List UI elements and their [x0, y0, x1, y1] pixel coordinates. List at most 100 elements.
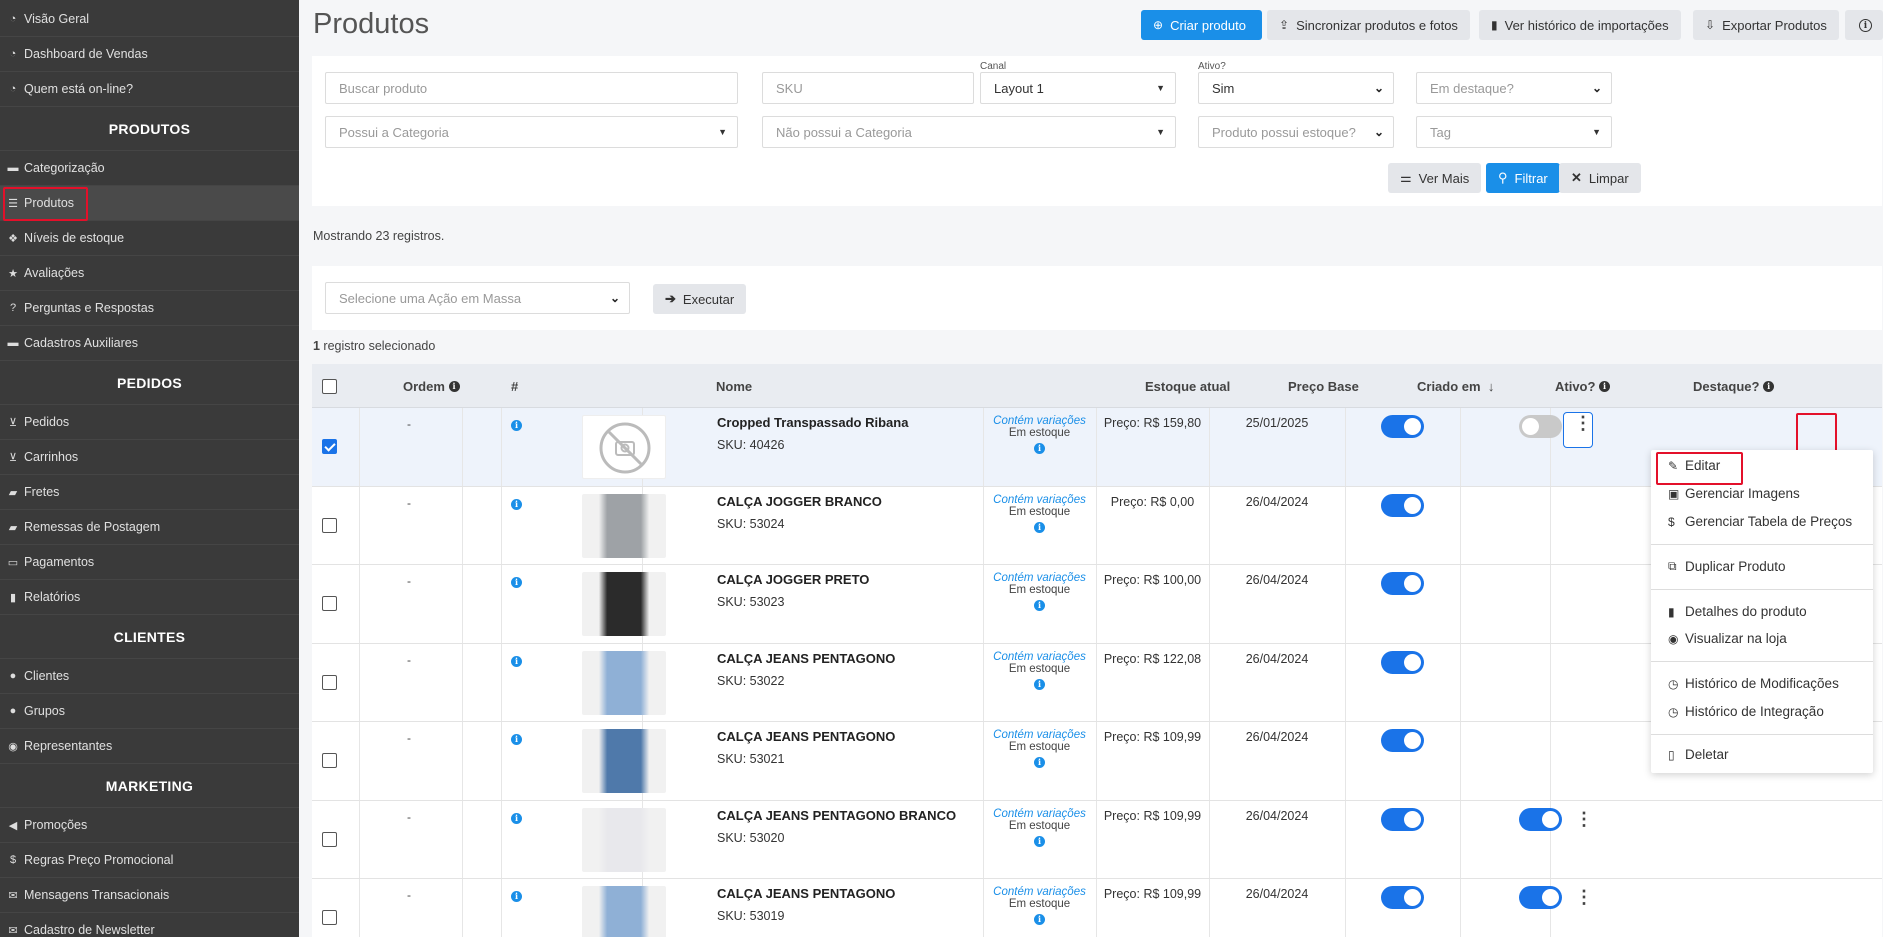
sidebar-item-produtos[interactable]: ☰ Produtos: [0, 186, 299, 221]
row-info-icon[interactable]: i: [511, 573, 522, 588]
row-actions-button[interactable]: ⋮: [1563, 412, 1593, 448]
sidebar-item-avaliacoes[interactable]: ★ Avaliações: [0, 256, 299, 291]
row-info-icon[interactable]: i: [511, 495, 522, 510]
sidebar-item-perguntas[interactable]: ? Perguntas e Respostas: [0, 291, 299, 326]
sidebar-item-representantes[interactable]: ◉ Representantes: [0, 729, 299, 764]
sidebar-item-regras-preco[interactable]: $ Regras Preço Promocional: [0, 843, 299, 878]
see-more-button[interactable]: ⚌ Ver Mais: [1388, 163, 1482, 193]
product-name[interactable]: CALÇA JEANS PENTAGONO: [717, 729, 895, 744]
product-name[interactable]: Cropped Transpassado Ribana: [717, 415, 908, 430]
info-icon[interactable]: i: [1034, 835, 1045, 847]
info-icon[interactable]: i: [1034, 521, 1045, 533]
select-all-checkbox[interactable]: [322, 379, 337, 394]
active-toggle[interactable]: [1381, 729, 1424, 752]
filter-button[interactable]: ⚲ Filtrar: [1486, 163, 1560, 193]
sidebar-item-quem-online[interactable]: ◔ Quem está on-line?: [0, 72, 299, 107]
variations-link[interactable]: Contém variações: [983, 808, 1096, 820]
sidebar-item-pedidos[interactable]: ⊻ Pedidos: [0, 405, 299, 440]
sku-input[interactable]: SKU: [762, 72, 974, 104]
product-name[interactable]: CALÇA JOGGER BRANCO: [717, 494, 882, 509]
table-row[interactable]: - i Cropped Transpassado Ribana SKU: 40426 C…: [312, 408, 1882, 487]
product-name[interactable]: CALÇA JOGGER PRETO: [717, 572, 869, 587]
active-toggle[interactable]: [1381, 415, 1424, 438]
column-ordem[interactable]: Ordem i: [403, 364, 460, 408]
sidebar-item-grupos[interactable]: ● Grupos: [0, 694, 299, 729]
row-info-icon[interactable]: i: [511, 416, 522, 431]
row-actions-button[interactable]: ⋮: [1575, 810, 1593, 828]
sidebar-item-newsletter[interactable]: ✉ Cadastro de Newsletter: [0, 913, 299, 937]
row-info-icon[interactable]: i: [511, 730, 522, 745]
row-checkbox[interactable]: [322, 439, 337, 454]
sidebar-item-dashboard-vendas[interactable]: ◔ Dashboard de Vendas: [0, 37, 299, 72]
menu-details[interactable]: ▮ Detalhes do produto: [1668, 604, 1807, 619]
menu-history-integration[interactable]: ◷ Histórico de Integração: [1668, 704, 1824, 719]
menu-delete[interactable]: ▯ Deletar: [1668, 747, 1729, 762]
active-toggle[interactable]: [1381, 493, 1424, 517]
row-checkbox[interactable]: [322, 831, 337, 847]
active-toggle[interactable]: [1381, 650, 1424, 674]
stock-select[interactable]: Produto possui estoque? ⌄: [1198, 116, 1394, 148]
row-checkbox[interactable]: [322, 517, 337, 533]
table-row[interactable]: - i CALÇA JEANS PENTAGONO SKU: 53021 Contém …: [312, 722, 1882, 801]
product-name[interactable]: CALÇA JEANS PENTAGONO BRANCO: [717, 808, 956, 823]
product-name[interactable]: CALÇA JEANS PENTAGONO: [717, 651, 895, 666]
variations-link[interactable]: Contém variações: [983, 729, 1096, 741]
sidebar-item-niveis-estoque[interactable]: ❖ Níveis de estoque: [0, 221, 299, 256]
no-category-select[interactable]: Não possui a Categoria ▼: [762, 116, 1176, 148]
sidebar-item-promocoes[interactable]: ◀ Promoções: [0, 808, 299, 843]
product-name[interactable]: CALÇA JEANS PENTAGONO: [717, 886, 895, 901]
variations-link[interactable]: Contém variações: [983, 651, 1096, 663]
import-history-button[interactable]: ▮ Ver histórico de importações: [1479, 10, 1681, 40]
row-checkbox[interactable]: [322, 753, 337, 768]
variations-link[interactable]: Contém variações: [983, 494, 1096, 506]
has-category-select[interactable]: Possui a Categoria ▼: [325, 116, 738, 148]
column-criado[interactable]: Criado em ↓: [1417, 364, 1494, 408]
row-info-icon[interactable]: i: [511, 809, 522, 824]
menu-edit[interactable]: ✎ Editar: [1668, 458, 1720, 473]
product-thumbnail[interactable]: [582, 729, 666, 793]
product-thumbnail[interactable]: [582, 886, 666, 937]
sync-products-button[interactable]: ⇪ Sincronizar produtos e fotos: [1267, 10, 1470, 40]
table-row[interactable]: - i CALÇA JOGGER PRETO SKU: 53023 Contém var…: [312, 565, 1882, 644]
export-products-button[interactable]: ⇩ Exportar Produtos: [1693, 10, 1839, 40]
row-info-icon[interactable]: i: [511, 652, 522, 667]
column-nome[interactable]: Nome: [716, 364, 752, 408]
product-thumbnail[interactable]: [582, 650, 666, 715]
sidebar-item-clientes[interactable]: ● Clientes: [0, 659, 299, 694]
search-product-input[interactable]: Buscar produto: [325, 72, 738, 104]
canal-select[interactable]: Layout 1 ▼: [980, 72, 1176, 104]
info-icon[interactable]: i: [1034, 914, 1045, 925]
sidebar-item-mensagens[interactable]: ✉ Mensagens Transacionais: [0, 878, 299, 913]
row-checkbox[interactable]: [322, 674, 337, 690]
row-actions-button[interactable]: ⋮: [1575, 888, 1593, 906]
info-icon[interactable]: i: [1034, 757, 1045, 768]
table-row[interactable]: - i CALÇA JEANS PENTAGONO SKU: 53019 Contém …: [312, 879, 1882, 937]
active-toggle[interactable]: [1381, 807, 1424, 831]
row-checkbox[interactable]: [322, 910, 337, 925]
row-checkbox[interactable]: [322, 596, 337, 611]
tag-select[interactable]: Tag ▼: [1416, 116, 1612, 148]
info-button[interactable]: i: [1845, 10, 1883, 40]
table-row[interactable]: - i CALÇA JEANS PENTAGONO BRANCO SKU: 53020…: [312, 800, 1882, 879]
product-thumbnail[interactable]: [582, 572, 666, 636]
menu-duplicate[interactable]: ⧉ Duplicar Produto: [1668, 559, 1786, 574]
variations-link[interactable]: Contém variações: [983, 572, 1096, 584]
sidebar-item-visao-geral[interactable]: ◔ Visão Geral: [0, 2, 299, 37]
info-icon[interactable]: i: [1034, 678, 1045, 690]
menu-manage-images[interactable]: ▣ Gerenciar Imagens: [1668, 486, 1800, 501]
featured-toggle[interactable]: [1519, 886, 1562, 909]
sidebar-item-remessas[interactable]: ▰ Remessas de Postagem: [0, 510, 299, 545]
variations-link[interactable]: Contém variações: [983, 415, 1096, 427]
sidebar-item-cadastros-auxiliares[interactable]: ▬ Cadastros Auxiliares: [0, 326, 299, 361]
menu-history-modifications[interactable]: ◷ Histórico de Modificações: [1668, 676, 1839, 691]
variations-link[interactable]: Contém variações: [983, 886, 1096, 898]
featured-toggle[interactable]: [1519, 415, 1562, 438]
sidebar-item-carrinhos[interactable]: ⊻ Carrinhos: [0, 440, 299, 475]
sidebar-item-pagamentos[interactable]: ▭ Pagamentos: [0, 545, 299, 580]
product-thumbnail[interactable]: [582, 807, 666, 872]
menu-view-store[interactable]: ◉ Visualizar na loja: [1668, 631, 1787, 646]
clear-button[interactable]: ✕ Limpar: [1559, 163, 1641, 193]
table-row[interactable]: - i CALÇA JEANS PENTAGONO SKU: 53022 Contém …: [312, 643, 1882, 722]
ativo-select[interactable]: Sim ⌄: [1198, 72, 1394, 104]
active-toggle[interactable]: [1381, 886, 1424, 909]
